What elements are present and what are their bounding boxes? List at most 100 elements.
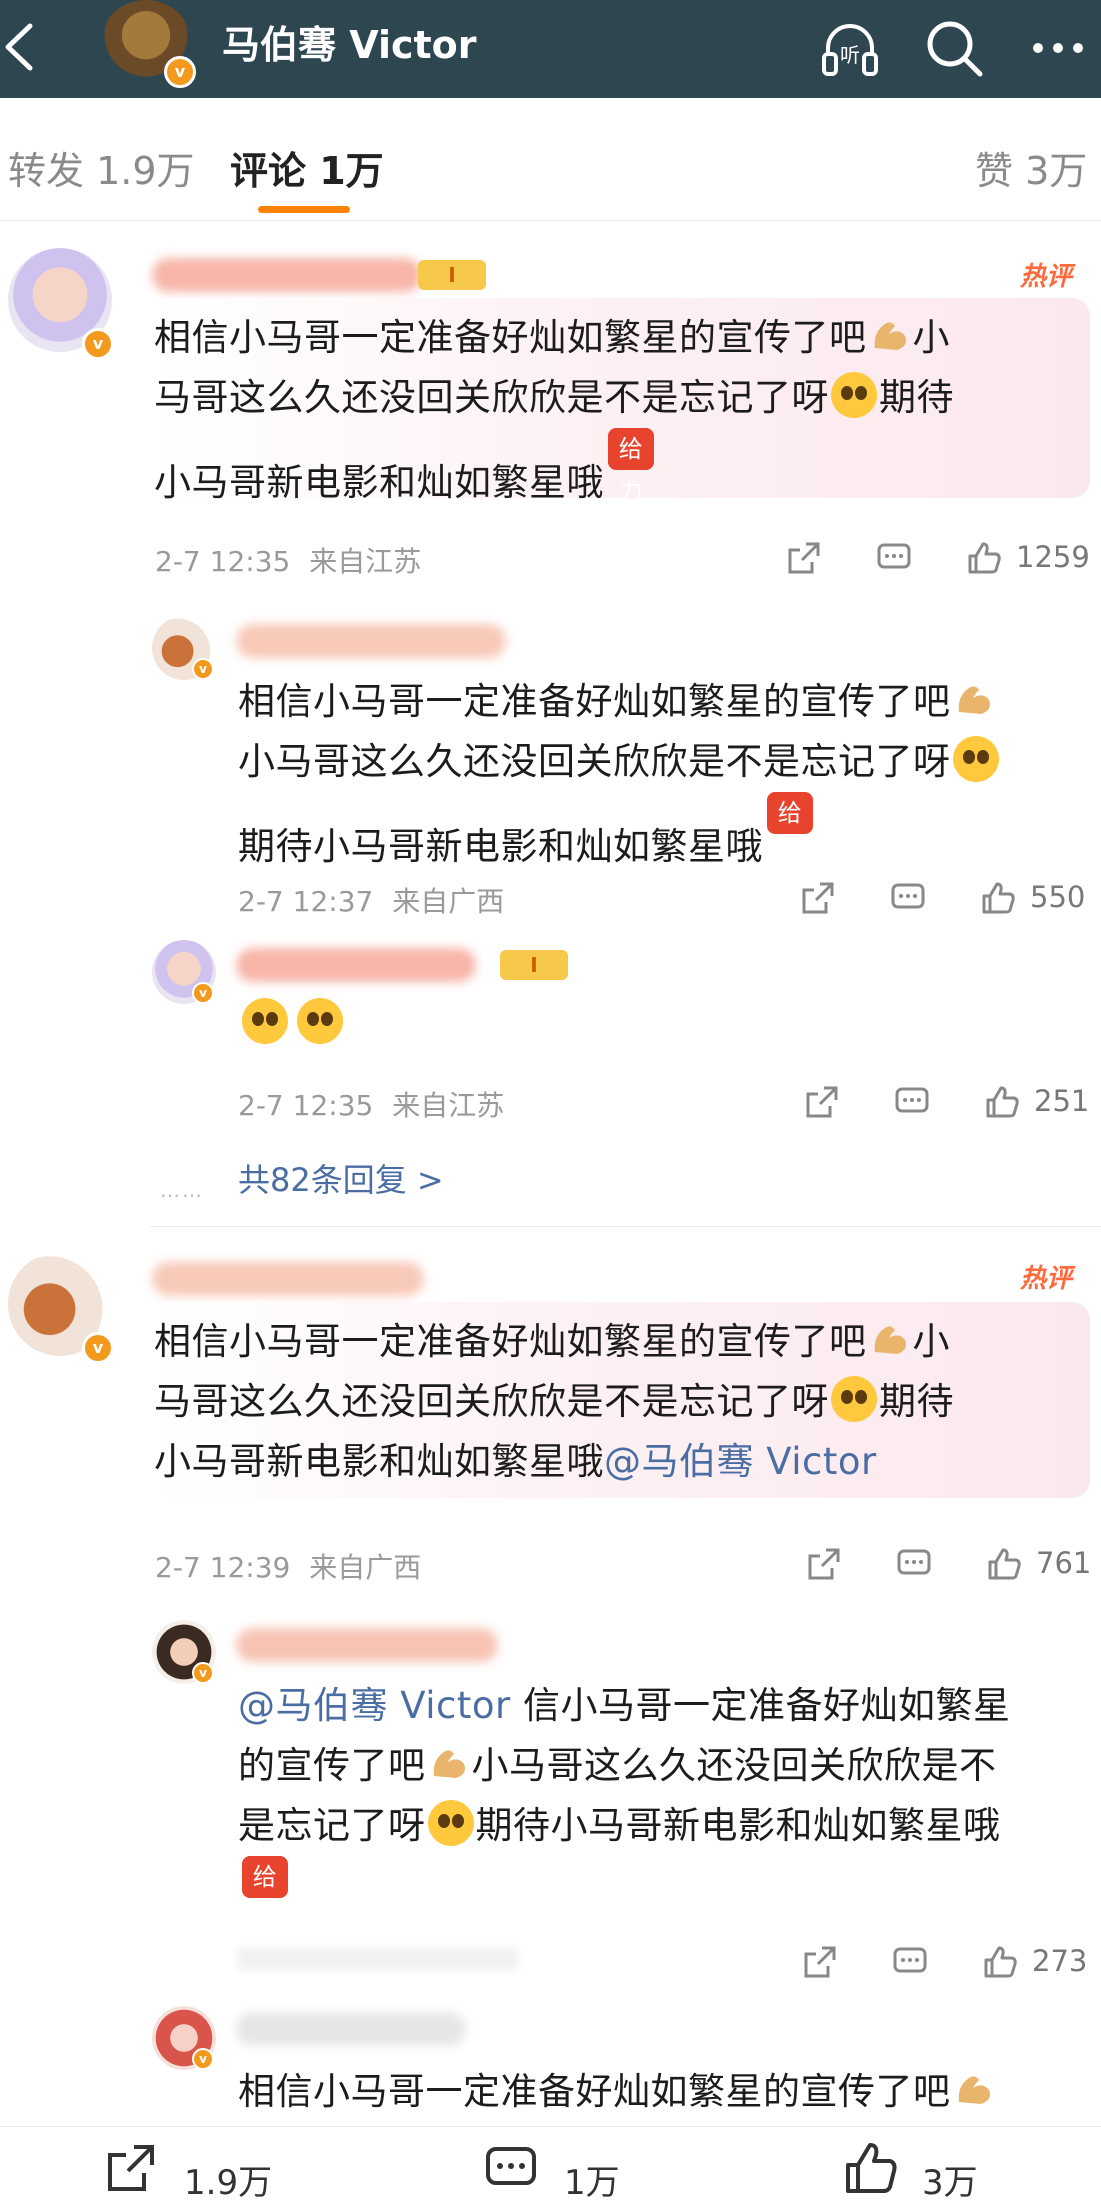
reply-icon[interactable]	[890, 880, 926, 916]
comment-line: 相信小马哥一定准备好灿如繁星的宣传了吧小	[154, 1320, 950, 1363]
username-blurred[interactable]	[236, 948, 476, 982]
reply-icon[interactable]	[876, 540, 912, 576]
comment-line: 给力	[238, 1856, 1098, 1941]
verified-badge-icon: v	[192, 2048, 214, 2070]
like-thumb-icon[interactable]	[980, 880, 1016, 916]
active-tab-indicator	[258, 206, 350, 213]
reply-icon[interactable]	[894, 1084, 930, 1120]
reply-text: @马伯骞 Victor 信小马哥一定准备好灿如繁星 的宣传了吧 小马哥这么久还没回…	[238, 1676, 1098, 1941]
repost-icon[interactable]	[104, 2141, 158, 2195]
comment-line: 相信小马哥一定准备好灿如繁星的宣传了吧	[238, 672, 1088, 732]
comment-time: 2-7 12:39	[155, 1551, 291, 1584]
username-blurred[interactable]	[236, 624, 506, 658]
level-badge: I	[500, 950, 568, 980]
pleading-face-emoji-icon	[831, 372, 877, 418]
reply-text: 相信小马哥一定准备好灿如繁星的宣传了吧 小马哥这么久还没回关欣欣是不是忘记了呀 …	[238, 672, 1088, 877]
avatar[interactable]: v	[152, 2006, 216, 2070]
bottom-action-bar: 1.9万 1万 3万	[0, 2126, 1101, 2203]
listen-label: 听	[840, 43, 860, 67]
like-thumb-icon[interactable]	[844, 2141, 898, 2195]
comment-line: @马伯骞 Victor 信小马哥一定准备好灿如繁星	[238, 1684, 1011, 1727]
comment-line: 小马哥新电影和灿如繁星哦@马伯骞 Victor	[154, 1440, 877, 1483]
comment-text: 相信小马哥一定准备好灿如繁星的宣传了吧小 马哥这么久还没回关欣欣是不是忘记了呀期…	[154, 308, 1074, 513]
pleading-face-emoji-icon	[242, 998, 288, 1044]
comment-line: 的宣传了吧 小马哥这么久还没回关欣欣是不	[238, 1744, 997, 1787]
like-thumb-icon[interactable]	[986, 1546, 1022, 1582]
verified-badge-icon: v	[164, 56, 196, 88]
headphones-listen-icon[interactable]: 听	[818, 16, 882, 80]
comment-location: 来自广西	[392, 885, 505, 918]
username-blurred[interactable]	[236, 1628, 498, 1662]
more-options-icon[interactable]	[1028, 16, 1092, 80]
hot-comment-badge: 热评	[1020, 1264, 1073, 1294]
search-icon[interactable]	[922, 16, 986, 80]
comment-time: 2-7 12:35	[238, 1089, 374, 1122]
flexed-bicep-emoji-icon	[874, 1326, 906, 1354]
like-total[interactable]: 3万	[922, 2155, 978, 2204]
comment-time: 2-7 12:35	[155, 545, 291, 578]
comment-text: 相信小马哥一定准备好灿如繁星的宣传了吧小 马哥这么久还没回关欣欣是不是忘记了呀期…	[154, 1312, 1074, 1492]
profile-avatar[interactable]: v	[100, 0, 196, 88]
like-thumb-icon[interactable]	[982, 1944, 1018, 1980]
pleading-face-emoji-icon	[427, 1800, 474, 1846]
comment-meta: 2-7 12:39 来自广西	[155, 1546, 421, 1586]
repost-count[interactable]: 1.9万	[184, 2155, 272, 2204]
avatar[interactable]: v	[8, 1252, 114, 1364]
verified-badge-icon: v	[192, 658, 214, 680]
comment-meta: 2-7 12:35 来自江苏	[155, 540, 421, 580]
comment-location: 来自江苏	[309, 545, 422, 578]
comment-time: 2-7 12:37	[238, 885, 374, 918]
avatar[interactable]: v	[152, 940, 216, 1004]
flexed-bicep-emoji-icon	[958, 686, 990, 714]
reply-text: 相信小马哥一定准备好灿如繁星的宣传了吧	[238, 2062, 1098, 2122]
tab-likes[interactable]: 赞 3万	[975, 140, 1087, 195]
reply-icon[interactable]	[896, 1546, 932, 1582]
comment-line: 相信小马哥一定准备好灿如繁星的宣传了吧	[238, 2062, 1098, 2122]
tab-comments[interactable]: 评论 1万	[230, 140, 384, 195]
share-icon[interactable]	[802, 1944, 838, 1980]
username-blurred[interactable]	[152, 258, 422, 292]
like-thumb-icon[interactable]	[966, 540, 1002, 576]
share-icon[interactable]	[786, 540, 822, 576]
comment-location: 来自广西	[309, 1551, 422, 1584]
comment-line: 马哥这么久还没回关欣欣是不是忘记了呀 期待	[154, 1372, 1074, 1432]
username-blurred[interactable]	[236, 2012, 466, 2046]
divider	[150, 1226, 1101, 1227]
flexed-bicep-emoji-icon	[958, 2076, 990, 2104]
pleading-face-emoji-icon	[952, 736, 999, 782]
back-arrow-icon[interactable]	[0, 20, 50, 74]
hot-comment-badge: 热评	[1020, 262, 1073, 292]
comment-count[interactable]: 1万	[564, 2155, 620, 2204]
mention-link[interactable]: @马伯骞 Victor	[604, 1440, 877, 1483]
flexed-bicep-emoji-icon	[433, 1750, 465, 1778]
share-icon[interactable]	[804, 1084, 840, 1120]
avatar[interactable]: v	[152, 1620, 216, 1684]
geili-sticker: 给力	[608, 428, 654, 505]
like-count: 251	[1034, 1084, 1090, 1118]
share-icon[interactable]	[800, 880, 836, 916]
reply-icon[interactable]	[892, 1944, 928, 1980]
tab-repost[interactable]: 转发 1.9万	[8, 140, 195, 195]
level-badge: I	[418, 260, 486, 290]
tab-bar: 转发 1.9万 评论 1万 赞 3万	[0, 98, 1101, 221]
more-replies-dots: ……	[160, 1178, 204, 1202]
like-count: 273	[1032, 1944, 1088, 1978]
verified-badge-icon: v	[82, 328, 114, 360]
like-count: 1259	[1016, 540, 1090, 574]
mention-link[interactable]: @马伯骞 Victor	[238, 1684, 511, 1727]
comment-line: 小马哥这么久还没回关欣欣是不是忘记了呀	[238, 732, 1088, 792]
more-replies-link[interactable]: 共82条回复 >	[238, 1155, 444, 1201]
comment-location: 来自江苏	[392, 1089, 505, 1122]
like-thumb-icon[interactable]	[984, 1084, 1020, 1120]
comment-line: 小马哥新电影和灿如繁星哦给力	[154, 428, 1074, 513]
comment-icon[interactable]	[484, 2141, 538, 2195]
verified-badge-icon: v	[192, 982, 214, 1004]
avatar[interactable]: v	[152, 616, 216, 680]
page-title[interactable]: 马伯骞 Victor	[222, 14, 477, 69]
username-blurred[interactable]	[152, 1262, 424, 1296]
avatar[interactable]: v	[8, 248, 114, 360]
like-count: 761	[1036, 1546, 1092, 1580]
comment-line: 马哥这么久还没回关欣欣是不是忘记了呀 期待	[154, 368, 1074, 428]
share-icon[interactable]	[806, 1546, 842, 1582]
verified-badge-icon: v	[82, 1332, 114, 1364]
